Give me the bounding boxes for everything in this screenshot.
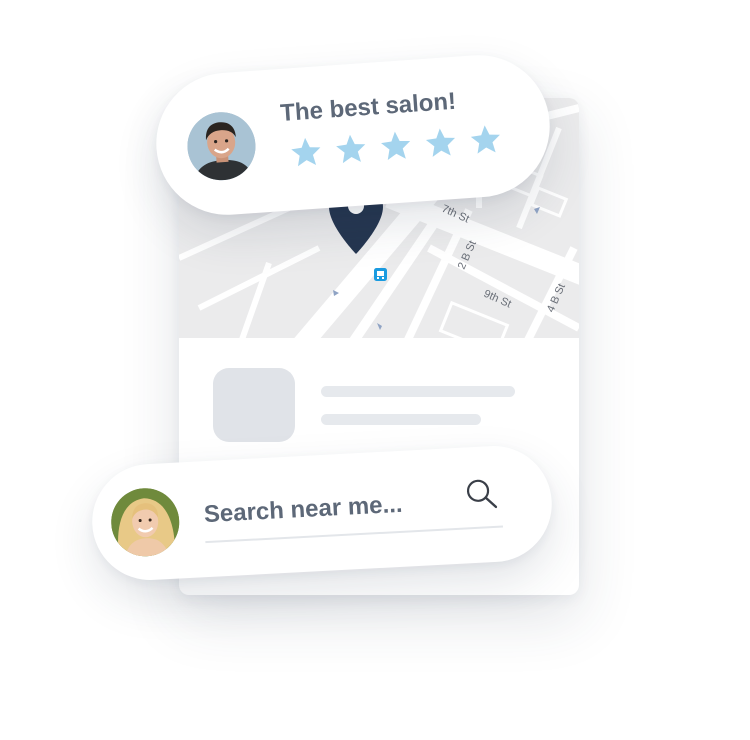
text-line-placeholder [321,386,515,397]
map-road [179,205,291,261]
review-card: The best salon! [151,50,555,220]
map-road [385,188,579,285]
reviewer-avatar [185,109,258,183]
search-icon[interactable] [462,475,500,513]
street-label-2b: 2 B St [456,239,479,271]
direction-arrow-icon [534,207,540,214]
user-avatar-male-icon [185,109,258,183]
star-icon [336,134,366,164]
text-line-placeholder [321,414,481,425]
star-rating [288,122,504,171]
search-underline [205,525,504,544]
direction-arrow-icon [377,323,382,330]
star-icon [291,137,321,167]
map-road [404,208,473,338]
star-icon [381,131,411,160]
bus-stop-icon [374,268,387,281]
list-item-placeholder[interactable] [213,368,543,442]
map-road [239,262,272,338]
thumbnail-placeholder [213,368,295,442]
searcher-avatar [109,486,181,558]
review-text: The best salon! [279,87,457,127]
star-icon [425,128,456,157]
map-block [438,300,510,338]
search-card [89,443,555,583]
search-input[interactable] [203,488,455,530]
star-icon [470,125,500,154]
user-avatar-female-icon [109,486,181,558]
